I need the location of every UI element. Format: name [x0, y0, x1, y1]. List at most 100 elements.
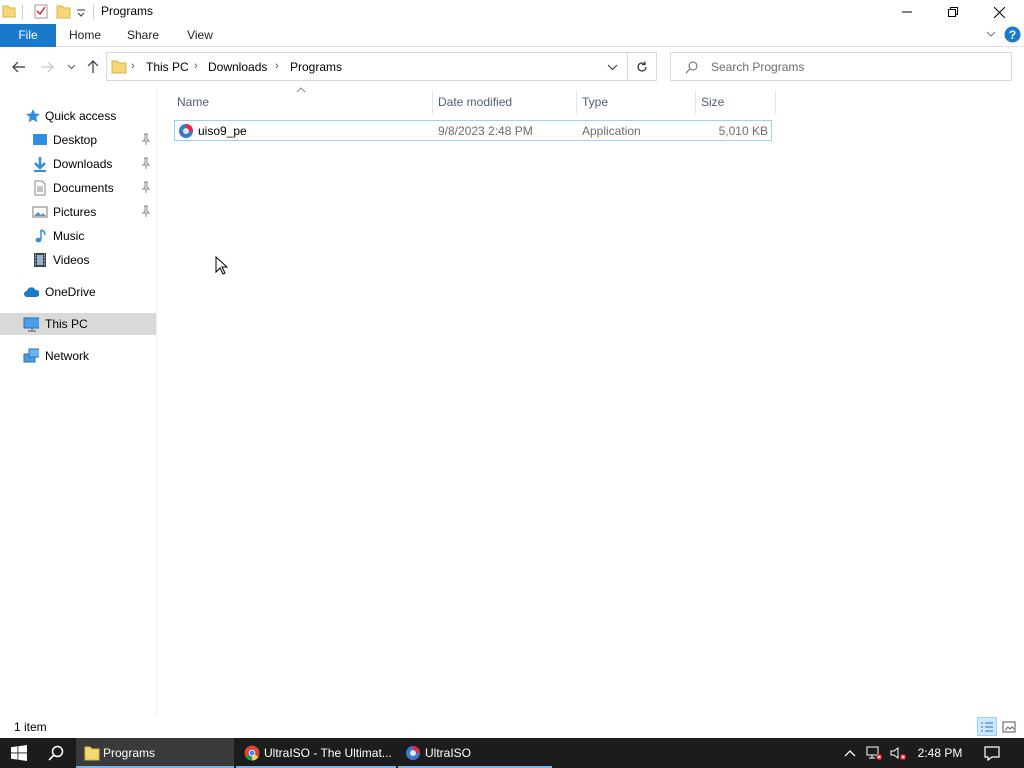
breadcrumb-downloads[interactable]: Downloads — [208, 60, 267, 74]
column-divider[interactable] — [775, 90, 776, 114]
breadcrumb-programs[interactable]: Programs — [290, 60, 342, 74]
nav-onedrive[interactable]: OneDrive — [0, 281, 156, 303]
nav-item-label: OneDrive — [45, 285, 96, 299]
chevron-up-icon — [844, 750, 856, 757]
ribbon-tabs: File Home Share View ? — [0, 24, 1024, 47]
taskbar-app-label: UltraISO — [425, 746, 472, 760]
search-icon — [48, 745, 64, 761]
pane-divider[interactable] — [156, 86, 157, 716]
pin-icon[interactable] — [141, 157, 151, 169]
nav-network[interactable]: Network — [0, 345, 156, 367]
navigation-pane: Quick access Desktop Downloads Documents… — [0, 86, 157, 716]
file-explorer-icon — [84, 746, 100, 761]
column-header-type[interactable]: Type — [576, 90, 695, 114]
minimize-button[interactable] — [884, 0, 930, 24]
taskbar: Programs UltraISO - The Ultimat... Ultra… — [0, 738, 1024, 768]
details-view-button[interactable] — [977, 717, 997, 736]
network-icon — [23, 348, 39, 363]
ultraiso-app-icon — [179, 124, 193, 138]
column-header-date[interactable]: Date modified — [432, 90, 576, 114]
nav-item-label: Videos — [53, 253, 90, 267]
customize-toolbar-icon[interactable] — [76, 8, 86, 18]
tab-share[interactable]: Share — [120, 24, 166, 47]
help-icon[interactable]: ? — [1004, 26, 1021, 43]
folder-icon — [111, 60, 127, 74]
nav-item-desktop[interactable]: Desktop — [0, 129, 156, 151]
status-bar: 1 item — [0, 716, 1024, 738]
file-type: Application — [582, 124, 641, 138]
properties-icon[interactable] — [33, 3, 49, 19]
nav-item-label: Music — [53, 229, 85, 243]
pin-icon[interactable] — [141, 133, 151, 145]
close-button[interactable] — [976, 0, 1022, 24]
videos-icon — [34, 253, 46, 267]
new-folder-icon[interactable] — [56, 3, 72, 19]
nav-item-music[interactable]: Music — [0, 225, 156, 247]
address-toolbar: › This PC › Downloads › Programs Search … — [0, 48, 1024, 86]
toolbar-divider — [22, 5, 23, 19]
item-count: 1 item — [14, 720, 47, 734]
volume-tray-button[interactable] — [888, 738, 908, 768]
nav-this-pc[interactable]: This PC — [0, 313, 156, 335]
nav-item-label: Downloads — [53, 157, 113, 171]
ultraiso-app-icon — [406, 746, 420, 760]
network-tray-button[interactable] — [864, 738, 884, 768]
refresh-button[interactable] — [628, 52, 657, 81]
nav-item-label: Desktop — [53, 133, 98, 147]
nav-item-documents[interactable]: Documents — [0, 177, 156, 199]
large-icons-view-button[interactable] — [999, 717, 1019, 736]
show-hidden-icons-button[interactable] — [842, 738, 858, 768]
up-button[interactable] — [83, 56, 103, 78]
tab-view[interactable]: View — [178, 24, 222, 47]
action-center-button[interactable] — [978, 738, 1006, 768]
search-box[interactable]: Search Programs — [670, 52, 1012, 81]
refresh-icon — [637, 61, 647, 72]
expand-ribbon-icon[interactable] — [986, 31, 996, 39]
breadcrumb-this-pc[interactable]: This PC — [146, 60, 189, 74]
pin-icon[interactable] — [141, 181, 151, 193]
taskbar-clock[interactable]: 2:48 PM — [910, 746, 970, 760]
address-dropdown-icon[interactable] — [607, 64, 618, 71]
taskbar-app-ultraiso[interactable]: UltraISO — [398, 738, 552, 768]
pin-icon[interactable] — [141, 205, 151, 217]
back-button[interactable] — [8, 56, 30, 78]
windows-logo-icon — [11, 745, 27, 761]
nav-item-label: Documents — [53, 181, 114, 195]
breadcrumb-chevron[interactable]: › — [131, 60, 135, 72]
music-icon — [35, 229, 46, 243]
column-header-size[interactable]: Size — [695, 90, 775, 114]
breadcrumb-chevron[interactable]: › — [194, 60, 198, 72]
column-header-name[interactable]: Name — [171, 90, 432, 114]
nav-item-downloads[interactable]: Downloads — [0, 153, 156, 175]
nav-item-pictures[interactable]: Pictures — [0, 201, 156, 223]
pictures-icon — [32, 206, 48, 218]
tab-home[interactable]: Home — [62, 24, 108, 47]
file-name: uiso9_pe — [198, 124, 247, 138]
desktop-icon — [33, 134, 47, 145]
file-row[interactable]: uiso9_pe 9/8/2023 2:48 PM Application 5,… — [174, 120, 772, 141]
breadcrumb-chevron[interactable]: › — [275, 60, 279, 72]
tab-file[interactable]: File — [0, 24, 56, 47]
restore-button[interactable] — [930, 0, 976, 24]
nav-item-videos[interactable]: Videos — [0, 249, 156, 271]
cloud-icon — [24, 287, 39, 297]
start-button[interactable] — [0, 738, 38, 768]
nav-item-label: This PC — [45, 317, 88, 331]
volume-muted-icon — [890, 747, 906, 760]
nav-quick-access[interactable]: Quick access — [0, 105, 156, 127]
computer-icon — [23, 317, 39, 332]
search-taskbar-button[interactable] — [38, 738, 74, 768]
nav-item-label: Pictures — [53, 205, 97, 219]
downloads-icon — [34, 157, 46, 172]
taskbar-app-explorer[interactable]: Programs — [76, 738, 234, 768]
taskbar-app-chrome[interactable]: UltraISO - The Ultimat... — [236, 738, 396, 768]
forward-arrow-icon — [41, 61, 54, 73]
window-title: Programs — [101, 4, 154, 18]
minimize-icon — [902, 11, 912, 13]
forward-button[interactable] — [36, 56, 58, 78]
large-icons-view-icon — [1002, 721, 1016, 732]
recent-locations-button[interactable] — [64, 56, 78, 78]
chevron-down-icon — [67, 64, 75, 70]
address-bar[interactable]: › This PC › Downloads › Programs — [106, 52, 628, 81]
nav-item-label: Network — [45, 349, 90, 363]
